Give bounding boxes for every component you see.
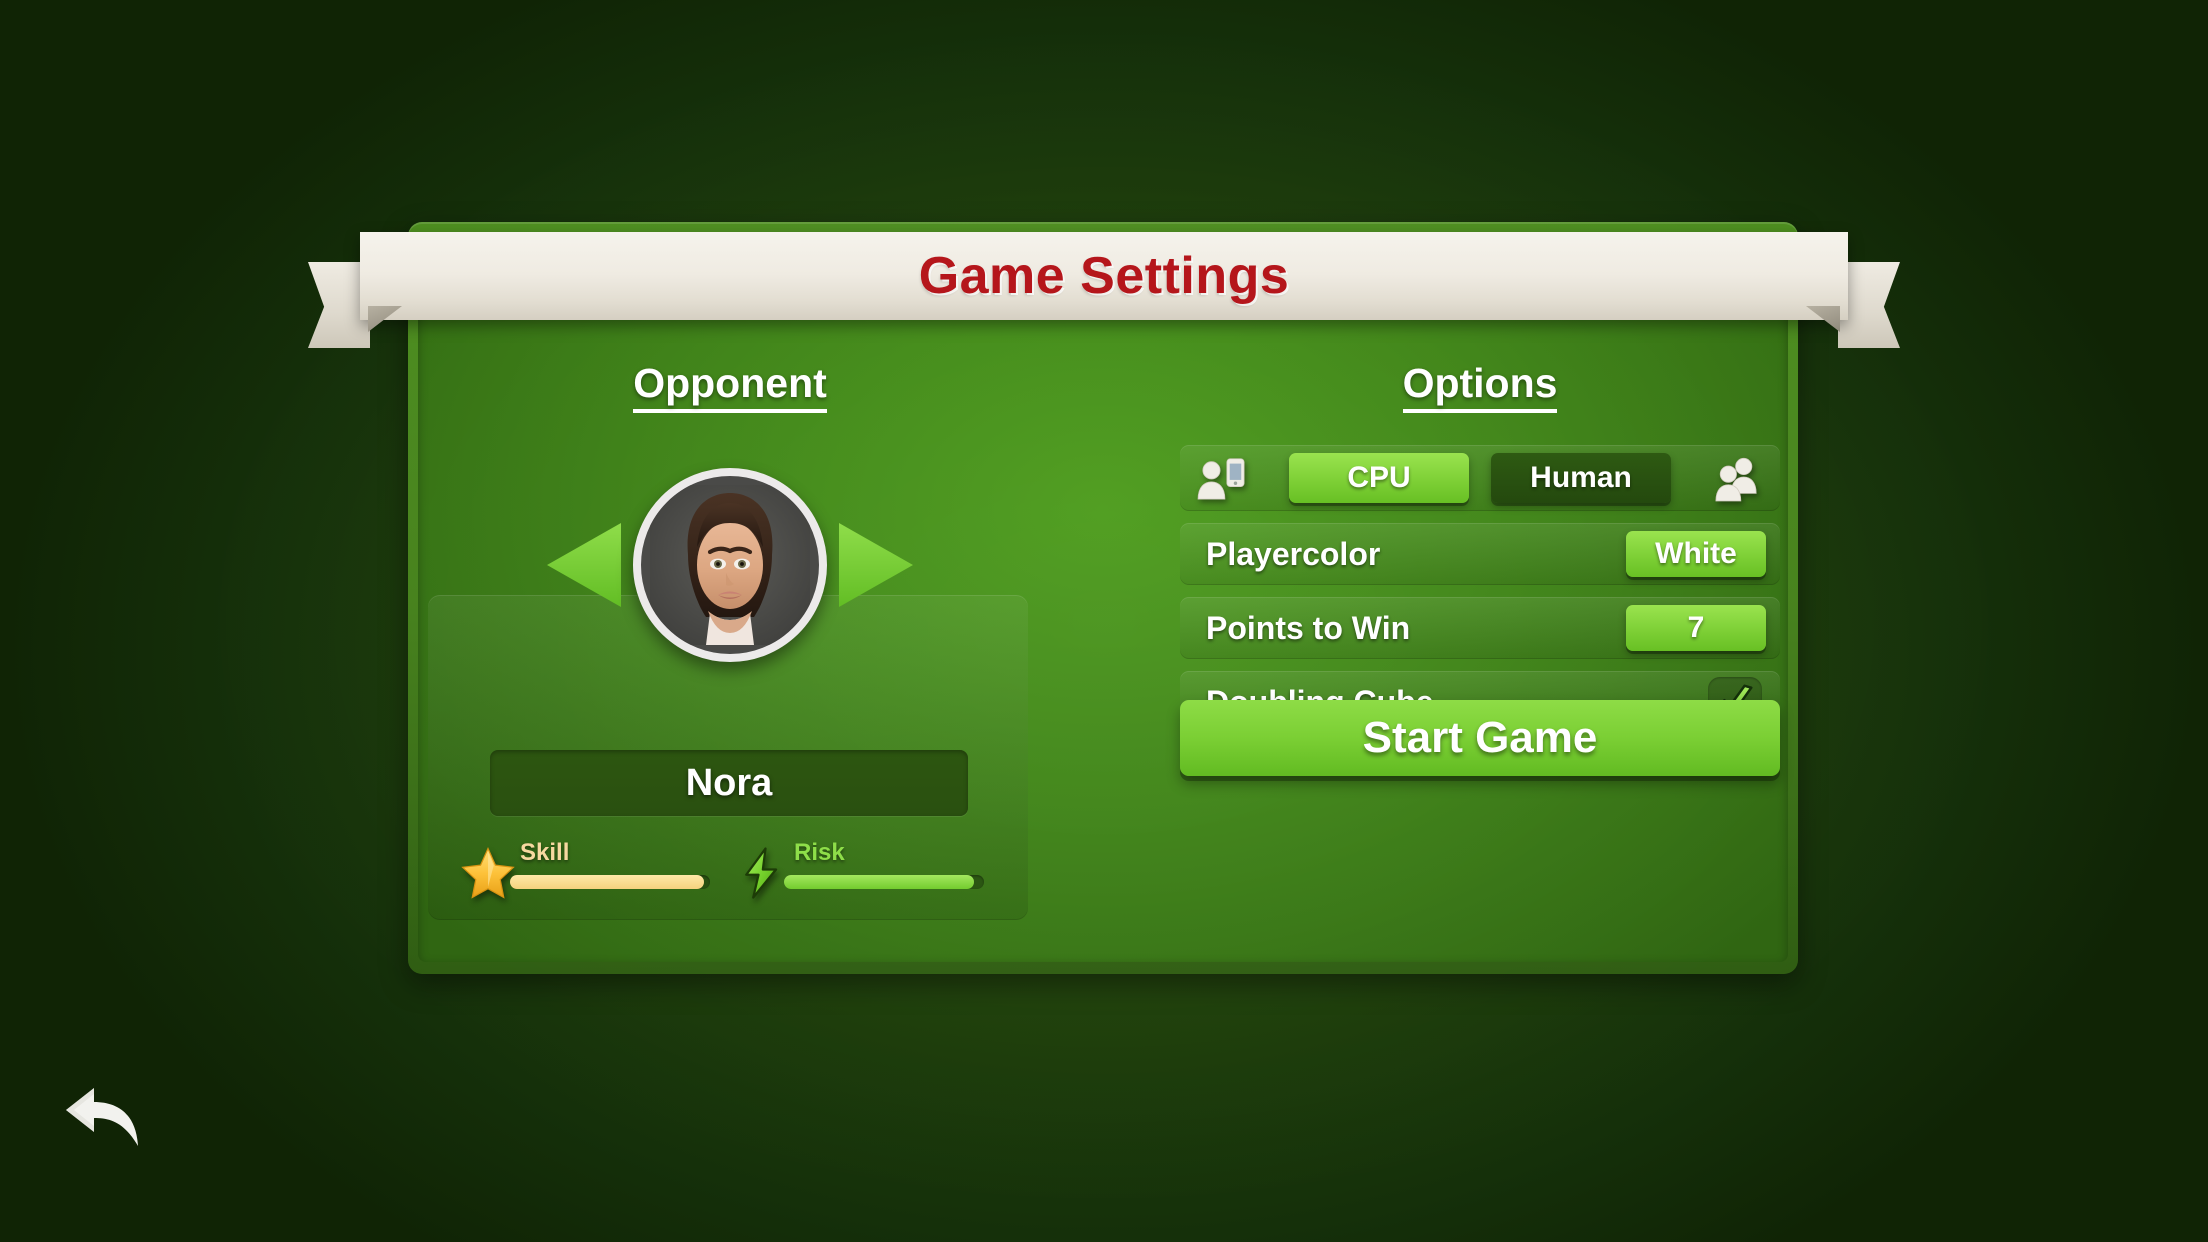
title-ribbon: Game Settings: [308, 232, 1900, 348]
stat-skill: Skill: [454, 839, 728, 903]
playercolor-value-wrap: White: [1626, 531, 1766, 577]
start-game-button[interactable]: Start Game: [1180, 700, 1780, 776]
page-title: Game Settings: [918, 247, 1290, 305]
playercolor-row: Playercolor White: [1180, 523, 1780, 585]
stat-risk-label: Risk: [794, 839, 845, 866]
opponent-type-options: CPU Human: [1289, 453, 1671, 503]
start-game-label: Start Game: [1362, 713, 1598, 762]
options-section-title-text: Options: [1402, 360, 1558, 413]
opponent-prev-button[interactable]: [547, 523, 621, 607]
playercolor-value-button[interactable]: White: [1626, 531, 1766, 577]
two-people-icon: [1715, 457, 1757, 502]
points-to-win-value-button[interactable]: 7: [1626, 605, 1766, 651]
back-button[interactable]: [60, 1080, 150, 1160]
opponent-section-title: Opponent: [430, 360, 1030, 413]
opponent-selector: [430, 455, 1030, 675]
options-section-title: Options: [1180, 360, 1780, 413]
stat-skill-bar: [510, 875, 710, 889]
lightning-bolt-icon: [745, 847, 778, 899]
opponent-next-button[interactable]: [839, 523, 913, 607]
opponent-stats: Skill Risk: [454, 839, 1002, 903]
stat-skill-bar-fill: [510, 875, 704, 889]
opponent-column: Opponent Nora Skill Risk: [428, 350, 1030, 960]
opponent-name-field: Nora: [490, 750, 968, 816]
avatar: [633, 468, 827, 662]
points-to-win-value-wrap: 7: [1626, 605, 1766, 651]
stat-risk: Risk: [728, 839, 1002, 903]
star-icon: [461, 847, 515, 899]
opponent-type-cpu-button[interactable]: CPU: [1289, 453, 1469, 503]
points-to-win-label: Points to Win: [1206, 609, 1411, 646]
settings-columns: Opponent Nora Skill Risk Options CPU Hum…: [428, 350, 1780, 960]
playercolor-label: Playercolor: [1206, 535, 1381, 572]
game-settings-screen: Game Settings Opponent Nora Skill Risk O…: [0, 0, 2208, 1242]
stat-skill-label: Skill: [520, 839, 570, 866]
female-avatar-portrait-icon: [650, 485, 810, 645]
opponent-type-row: CPU Human: [1180, 445, 1780, 511]
points-to-win-row: Points to Win 7: [1180, 597, 1780, 659]
stat-risk-bar: [784, 875, 984, 889]
stat-risk-bar-fill: [784, 875, 974, 889]
opponent-section-title-text: Opponent: [633, 360, 827, 413]
opponent-type-human-button[interactable]: Human: [1491, 453, 1671, 503]
person-with-phone-icon: [1197, 458, 1245, 500]
opponent-name: Nora: [685, 761, 773, 804]
back-arrow-icon: [66, 1088, 138, 1146]
options-column: Options CPU Human Playercolor White Poin…: [1180, 350, 1780, 960]
